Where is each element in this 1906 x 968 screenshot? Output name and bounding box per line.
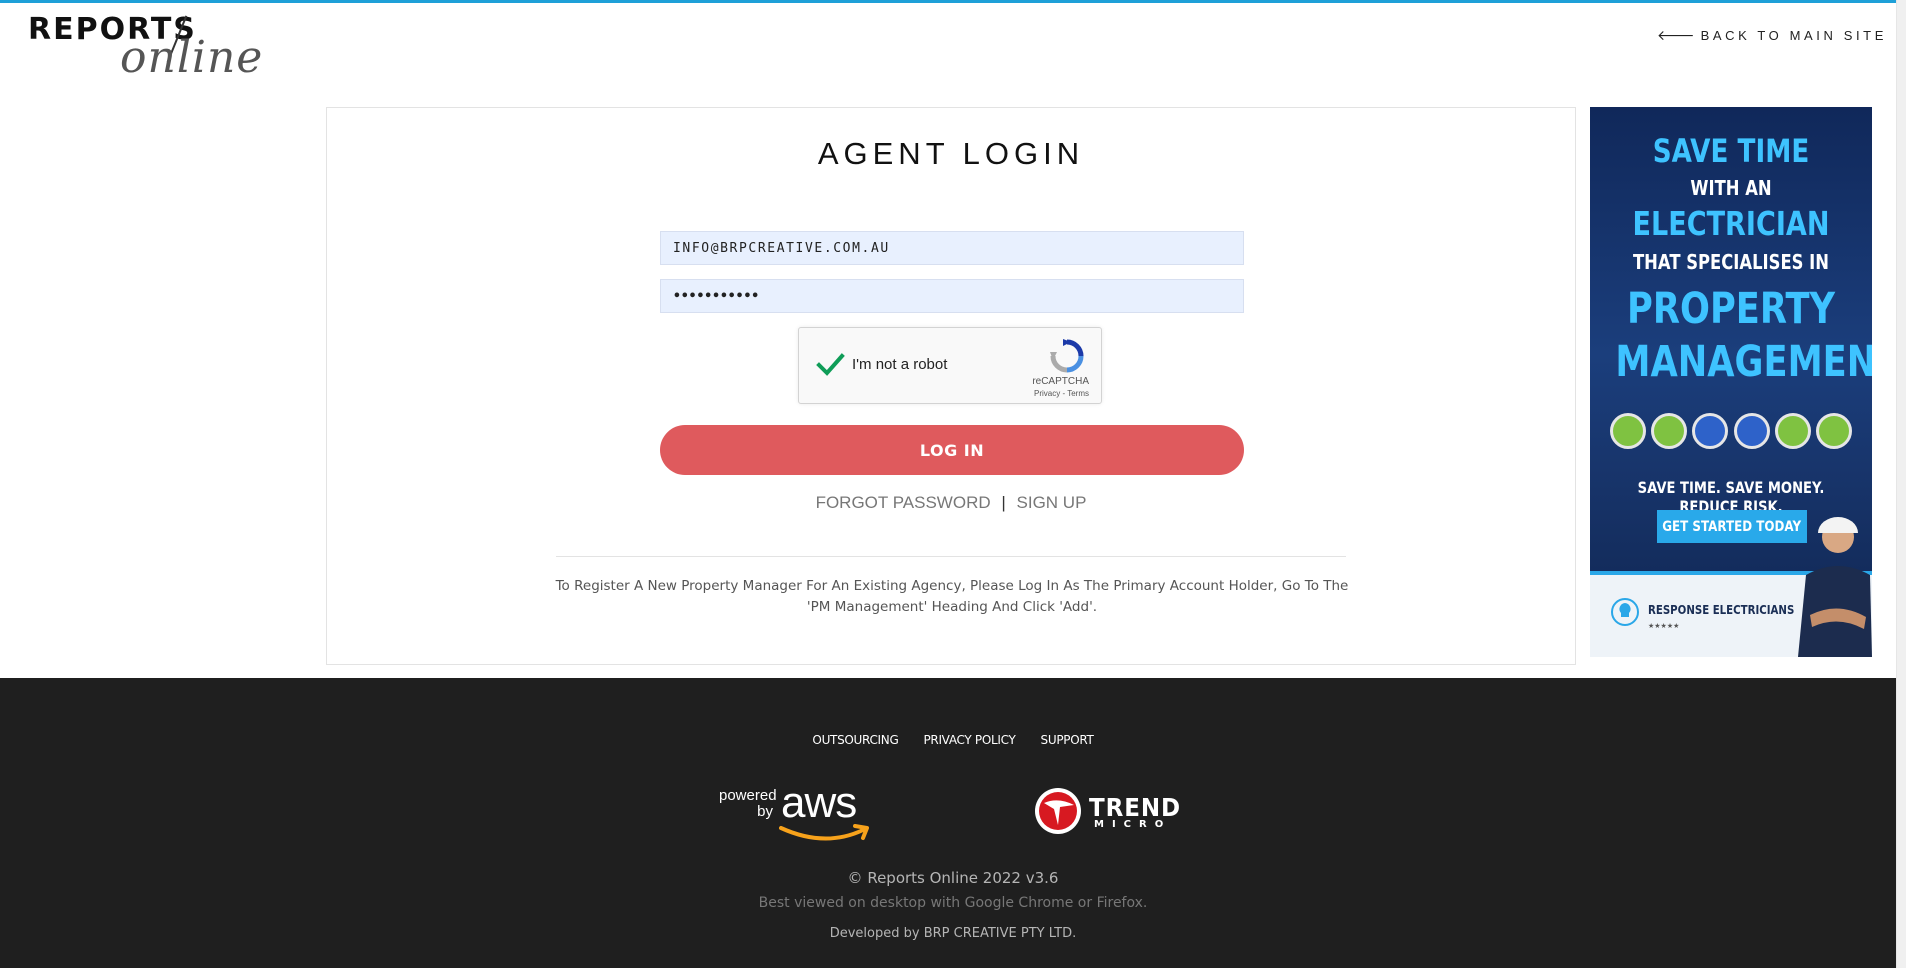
trend-wordmark: TREND (1089, 793, 1182, 822)
password-field[interactable]: ••••••••••• (660, 279, 1244, 313)
reports-online-logo[interactable]: REPORTS online (28, 12, 262, 83)
back-to-main-site-link[interactable]: 🡐 BACK TO MAIN SITE (1657, 27, 1887, 44)
footer-link-support[interactable]: SUPPORT (1041, 733, 1094, 747)
award-badge (1815, 413, 1852, 449)
checkmark-icon[interactable] (815, 350, 845, 380)
copyright-text: © Reports Online 2022 v3.6 (847, 869, 1059, 887)
ad-brand-name: RESPONSE ELECTRICIANS (1648, 603, 1795, 617)
award-badge (1610, 413, 1646, 449)
page-title: AGENT LOGIN (817, 136, 1085, 171)
aws-powered-label: powered by (719, 787, 777, 820)
recaptcha-links[interactable]: Privacy - Terms (1034, 389, 1089, 398)
login-button[interactable]: LOG IN (660, 425, 1244, 475)
ad-brand-rating: ★★★★★ (1648, 622, 1680, 630)
ad-headline-5: PROPERTY (1626, 284, 1836, 334)
page-scrollbar[interactable] (1896, 0, 1906, 968)
ad-headline-3: ELECTRICIAN (1632, 204, 1830, 243)
ad-cta-label: GET STARTED TODAY (1662, 518, 1802, 535)
link-separator: | (1001, 493, 1006, 512)
logo-script: online (120, 32, 264, 83)
advert-banner[interactable]: SAVE TIME WITH AN ELECTRICIAN THAT SPECI… (1590, 107, 1872, 657)
recaptcha-widget[interactable]: I'm not a robot reCAPTCHA Privacy - Term… (798, 327, 1102, 404)
recaptcha-brand: reCAPTCHA (1032, 376, 1089, 387)
ad-headline-6: MANAGEMENT (1615, 337, 1872, 387)
award-badges (1610, 413, 1852, 449)
login-card: AGENT LOGIN INFO@BRPCREATIVE.COM.AU ••••… (326, 107, 1576, 665)
account-links: FORGOT PASSWORD | SIGN UP (327, 493, 1575, 513)
divider (556, 556, 1346, 557)
developer-note: Developed by BRP CREATIVE PTY LTD. (829, 926, 1077, 941)
trend-micro-icon (1035, 788, 1081, 834)
recaptcha-logo-icon (1050, 339, 1084, 373)
award-badge (1774, 413, 1811, 449)
forgot-password-link[interactable]: FORGOT PASSWORD (816, 493, 991, 512)
email-field[interactable]: INFO@BRPCREATIVE.COM.AU (660, 231, 1244, 265)
top-accent-bar (0, 0, 1906, 3)
arrow-left-icon: 🡐 (1657, 27, 1695, 43)
micro-wordmark: MICRO (1094, 819, 1172, 830)
lightbulb-icon (1611, 598, 1639, 626)
ad-headline-1: SAVE TIME (1652, 132, 1810, 170)
footer-link-privacy-policy[interactable]: PRIVACY POLICY (923, 733, 1015, 747)
sign-up-link[interactable]: SIGN UP (1017, 493, 1087, 512)
trend-micro-logo: TREND MICRO (1034, 785, 1184, 837)
award-badge (1692, 413, 1729, 449)
ad-cta-button[interactable]: GET STARTED TODAY (1657, 510, 1807, 543)
back-link-label: BACK TO MAIN SITE (1700, 28, 1887, 43)
award-badge (1651, 413, 1688, 449)
aws-smile-icon (779, 824, 869, 841)
ad-headline-4: THAT SPECIALISES IN (1632, 250, 1830, 274)
powered-by-aws-logo: powered by aws (719, 778, 879, 846)
browser-note: Best viewed on desktop with Google Chrom… (758, 895, 1148, 911)
electrician-photo (1798, 517, 1872, 657)
site-footer: OUTSOURCING PRIVACY POLICY SUPPORT power… (0, 678, 1906, 968)
ad-headline-2: WITH AN (1690, 176, 1772, 200)
register-note: To Register A New Property Manager For A… (555, 578, 1349, 615)
aws-wordmark: aws (781, 778, 857, 827)
footer-nav: OUTSOURCING PRIVACY POLICY SUPPORT (0, 733, 1906, 747)
footer-link-outsourcing[interactable]: OUTSOURCING (812, 733, 898, 747)
award-badge (1733, 413, 1770, 449)
captcha-label: I'm not a robot (852, 356, 948, 373)
